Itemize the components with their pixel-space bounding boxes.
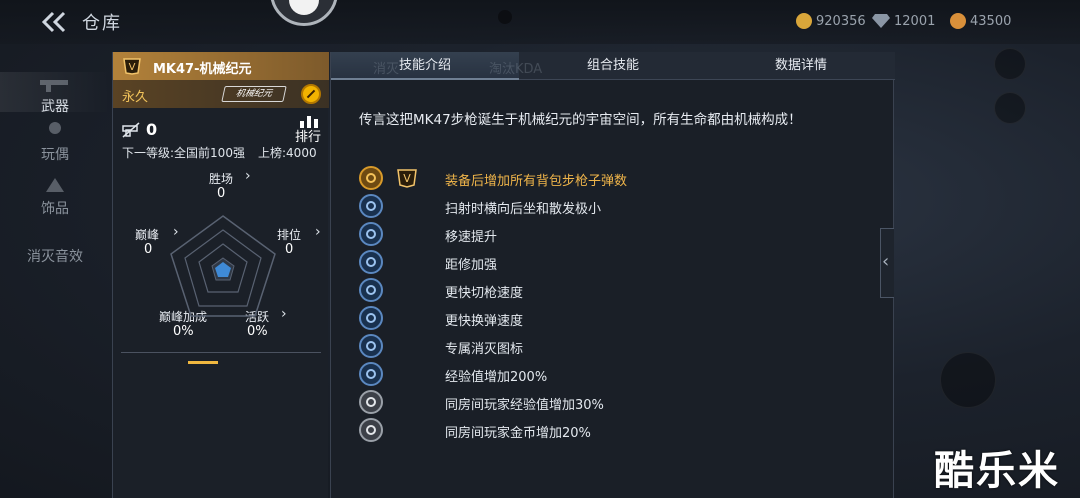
left-nav: 武器 玩偶 饰品 消灭音效	[0, 50, 110, 498]
weapon-description: 传言这把MK47步枪诞生于机械纪元的宇宙空间，所有生命都由机械构成！	[359, 112, 802, 128]
ranking-label[interactable]: 排行	[295, 126, 321, 145]
skill-label: 更快换弹速度	[445, 314, 524, 329]
skill-label: 同房间玩家经验值增加30%	[445, 398, 604, 413]
svg-text:V: V	[129, 62, 136, 73]
skill-label: 同房间玩家金币增加20%	[445, 426, 591, 441]
kill-count-icon	[122, 122, 140, 138]
weapon-card: V MK47-机械纪元 永久 机械纪元 0 排行 下一等级:全国前100强 上榜…	[112, 52, 329, 498]
chevron-right-icon[interactable]: ›	[281, 306, 287, 322]
kill-mark-icon	[359, 334, 383, 358]
watermark: 酷乐米	[934, 448, 1060, 494]
chevron-right-icon[interactable]: ›	[245, 168, 251, 184]
gun-icon	[40, 80, 68, 92]
stat-wins-value: 0	[217, 186, 226, 201]
range-icon	[359, 250, 383, 274]
stats-radar-chart	[170, 215, 276, 317]
stat-peak-value: 0	[144, 242, 153, 257]
currency-orange-value: 43500	[970, 13, 1012, 29]
chevron-right-icon[interactable]: ›	[315, 224, 321, 240]
page-indicator	[188, 361, 218, 364]
tab-ghost-kill: 消灭	[373, 62, 400, 77]
brand-logo: 机械纪元	[221, 86, 287, 102]
skill-label: 更快切枪速度	[445, 286, 524, 301]
v-rank-icon: V	[123, 58, 141, 75]
next-level-text: 下一等级:全国前100强	[122, 146, 245, 160]
tab-combo-skills[interactable]: 组合技能	[519, 52, 707, 80]
settings-round-button[interactable]	[994, 48, 1026, 80]
stat-peak-label[interactable]: 巅峰	[135, 226, 159, 243]
nav-label: 消灭音效	[27, 249, 83, 265]
nav-item-weapons[interactable]: 武器	[0, 72, 110, 115]
running-icon	[359, 222, 383, 246]
stat-wins-label[interactable]: 胜场	[209, 170, 233, 187]
svg-text:V: V	[403, 172, 411, 185]
action-round-button[interactable]	[940, 352, 996, 408]
nav-label: 玩偶	[41, 147, 69, 163]
currency-diamond: 12001	[872, 11, 935, 31]
avatar[interactable]	[270, 0, 338, 26]
figure-icon	[49, 122, 61, 134]
reload-icon	[359, 306, 383, 330]
perspective-round-button[interactable]	[994, 92, 1026, 124]
exp-icon	[359, 362, 383, 386]
orange-coin-icon	[950, 13, 966, 29]
accessory-icon	[46, 178, 64, 192]
currency-gold-value: 920356	[816, 13, 866, 29]
duration-label: 永久	[122, 90, 149, 105]
bullet-icon	[359, 166, 383, 190]
weapon-name: MK47-机械纪元	[153, 62, 252, 77]
on-board-text: 上榜:4000	[258, 146, 317, 160]
stat-rank-value: 0	[285, 242, 294, 257]
skill-label: 移速提升	[445, 230, 498, 245]
room-coin-icon	[359, 418, 383, 442]
nav-item-kill-sound[interactable]: 消灭音效	[0, 246, 110, 266]
gold-coin-icon	[796, 13, 812, 29]
detail-panel: 技能介绍 消灭 淘汰KDA 组合技能 数据详情 传言这把MK47步枪诞生于机械纪…	[330, 52, 895, 498]
stat-active-value: 0%	[247, 324, 268, 339]
top-bar: 仓库 920356 12001 43500	[0, 0, 1080, 44]
currency-diamond-value: 12001	[894, 13, 936, 29]
skill-label: 装备后增加所有背包步枪子弹数	[445, 174, 628, 189]
nav-item-accessories[interactable]: 饰品	[0, 174, 110, 218]
page-title: 仓库	[82, 13, 122, 34]
weapon-header: V MK47-机械纪元	[113, 52, 329, 80]
collapse-panel-button[interactable]	[880, 228, 894, 298]
tab-data-details[interactable]: 数据详情	[707, 52, 895, 80]
skill-label: 经验值增加200%	[445, 370, 548, 385]
diamond-icon	[872, 14, 890, 28]
currency-gold: 920356	[796, 11, 866, 31]
currency-orange: 43500	[950, 11, 1011, 31]
notification-dot-icon	[498, 10, 512, 24]
tab-bar: 技能介绍 消灭 淘汰KDA 组合技能 数据详情	[331, 52, 895, 80]
v-rank-icon: V	[397, 169, 417, 188]
nav-label: 武器	[41, 99, 69, 115]
skill-label: 专属消灭图标	[445, 342, 524, 357]
nav-label: 饰品	[41, 201, 69, 217]
room-exp-icon	[359, 390, 383, 414]
stat-rank-label[interactable]: 排位	[277, 226, 301, 243]
skill-label: 距修加强	[445, 258, 498, 273]
weapon-subheader: 永久 机械纪元	[113, 80, 329, 108]
no-entry-icon[interactable]	[301, 84, 321, 104]
divider	[121, 352, 321, 353]
nav-item-figures[interactable]: 玩偶	[0, 120, 110, 164]
skill-label: 扫射时横向后坐和散发极小	[445, 202, 602, 217]
recoil-icon	[359, 194, 383, 218]
back-arrow-icon[interactable]	[40, 10, 68, 34]
swap-gun-icon	[359, 278, 383, 302]
stat-peak-bonus-value: 0%	[173, 324, 194, 339]
kill-count: 0	[146, 120, 158, 139]
